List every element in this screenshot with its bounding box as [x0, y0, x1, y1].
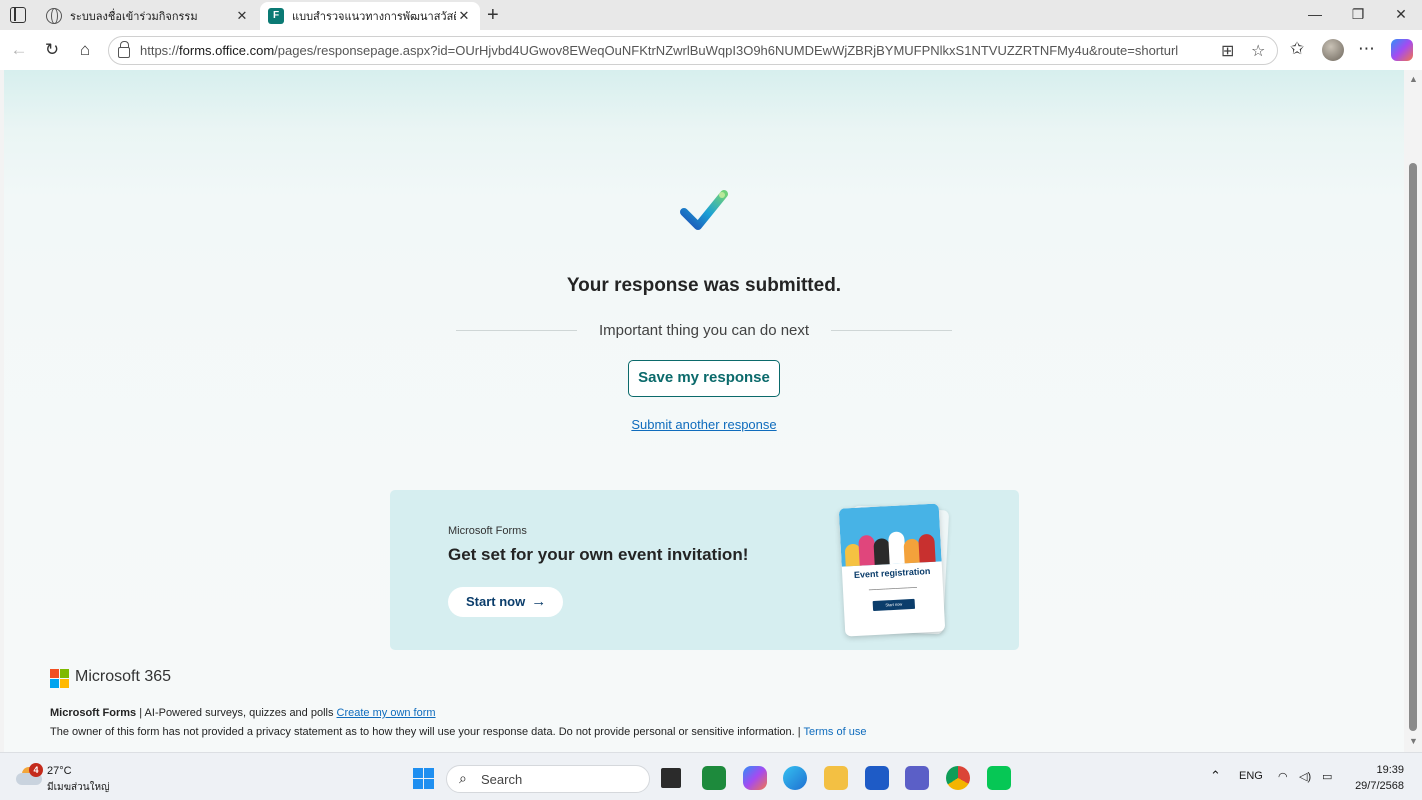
clock-time[interactable]: 19:39: [1364, 764, 1404, 776]
privacy-notice: The owner of this form has not provided …: [50, 726, 804, 738]
taskbar-search[interactable]: ⌕ Search: [446, 765, 650, 793]
tab-title: แบบสำรวจแนวทางการพัฒนาสวัสดิการ: [292, 11, 456, 23]
minimize-icon[interactable]: —: [1305, 6, 1325, 22]
people-illustration: [838, 503, 942, 567]
promo-banner: Microsoft Forms Get set for your own eve…: [390, 490, 1019, 650]
favorite-star-icon[interactable]: ☆: [1251, 41, 1265, 61]
volume-icon[interactable]: ◁): [1299, 770, 1311, 783]
windows-taskbar: 4 27°C มีเมฆส่วนใหญ่ ⌕ Search ⌃ ENG ◠ ◁)…: [0, 752, 1422, 800]
task-view-icon[interactable]: [661, 768, 681, 788]
scroll-thumb[interactable]: [1409, 163, 1417, 731]
forms-product-name: Microsoft Forms: [50, 707, 137, 719]
file-explorer-icon[interactable]: [824, 766, 848, 790]
classroom-app-icon[interactable]: [702, 766, 726, 790]
microsoft-logo-icon: [50, 669, 69, 688]
refresh-icon[interactable]: ↻: [41, 40, 63, 60]
chrome-icon[interactable]: [946, 766, 970, 790]
search-icon: ⌕: [459, 770, 467, 786]
submit-another-response-link[interactable]: Submit another response: [631, 417, 776, 432]
next-steps-label: Important thing you can do next: [598, 321, 810, 339]
submitted-title: Your response was submitted.: [566, 275, 842, 296]
language-indicator[interactable]: ENG: [1239, 770, 1263, 782]
copilot-app-icon[interactable]: [743, 766, 767, 790]
url-text: https://forms.office.com/pages/responsep…: [140, 43, 1179, 58]
app-icon[interactable]: [865, 766, 889, 790]
close-tab-icon[interactable]: ✕: [456, 8, 472, 24]
promo-title: Get set for your own event invitation!: [448, 545, 749, 564]
card-title: Event registration: [853, 566, 931, 580]
page-scrollbar[interactable]: ▲ ▼: [1404, 70, 1422, 752]
back-icon[interactable]: ←: [8, 40, 30, 60]
new-tab-button[interactable]: +: [487, 4, 499, 27]
scroll-down-icon[interactable]: ▼: [1409, 736, 1418, 746]
promo-brand: Microsoft Forms: [448, 525, 527, 537]
scroll-up-icon[interactable]: ▲: [1409, 74, 1418, 84]
divider-line: [456, 329, 577, 331]
favorites-icon[interactable]: ✩: [1290, 39, 1304, 59]
card-start-button: Start now: [872, 598, 916, 612]
wifi-icon[interactable]: ◠: [1278, 770, 1288, 783]
start-now-label: Start now: [466, 594, 526, 609]
close-tab-icon[interactable]: ✕: [234, 8, 250, 24]
forms-tagline: | AI-Powered surveys, quizzes and polls: [136, 707, 337, 719]
more-menu-icon[interactable]: ⋯: [1358, 39, 1375, 59]
terms-of-use-link[interactable]: Terms of use: [803, 726, 866, 738]
close-window-icon[interactable]: ✕: [1391, 6, 1411, 23]
show-hidden-icons-icon[interactable]: ⌃: [1210, 768, 1221, 784]
browser-toolbar: ← ↻ ⌂ https://forms.office.com/pages/res…: [0, 30, 1422, 70]
start-now-button[interactable]: Start now →: [448, 587, 563, 617]
edge-browser-icon[interactable]: [783, 766, 807, 790]
submit-another-link: Submit another response: [4, 417, 1404, 432]
footer-product-line: Microsoft Forms | AI-Powered surveys, qu…: [50, 707, 436, 719]
weather-badge: 4: [29, 763, 43, 777]
battery-icon[interactable]: ▭: [1322, 770, 1332, 783]
tab-survey[interactable]: F แบบสำรวจแนวทางการพัฒนาสวัสดิการ ✕: [260, 2, 480, 30]
teams-icon[interactable]: [905, 766, 929, 790]
success-checkmark-icon: [680, 190, 728, 230]
microsoft-365-label: Microsoft 365: [75, 668, 172, 685]
forms-icon: F: [268, 8, 284, 24]
line-app-icon[interactable]: [987, 766, 1011, 790]
profile-avatar[interactable]: [1322, 39, 1344, 61]
restore-icon[interactable]: ❐: [1348, 6, 1368, 23]
copilot-icon[interactable]: [1391, 39, 1413, 61]
card-subtext: ━━━━━━━━━━━━━━━━━━━━: [868, 584, 918, 593]
tab-attendance[interactable]: ระบบลงชื่อเข้าร่วมกิจกรรม ✕: [38, 2, 258, 30]
windows-start-icon[interactable]: [413, 768, 434, 789]
weather-condition[interactable]: มีเมฆส่วนใหญ่: [47, 780, 110, 795]
globe-icon: [46, 8, 62, 24]
event-registration-card-image: Event registration ━━━━━━━━━━━━━━━━━━━━ …: [838, 503, 946, 637]
tab-actions-icon[interactable]: [10, 7, 26, 23]
lock-icon[interactable]: [118, 41, 130, 58]
divider-line: [831, 329, 953, 331]
search-label: Search: [481, 772, 523, 787]
home-icon[interactable]: ⌂: [74, 40, 96, 60]
save-response-button[interactable]: Save my response: [628, 360, 780, 397]
tab-title: ระบบลงชื่อเข้าร่วมกิจกรรม: [70, 11, 198, 23]
clock-date[interactable]: 29/7/2568: [1344, 780, 1404, 792]
page-viewport: Your response was submitted. Important t…: [4, 70, 1404, 752]
weather-temperature[interactable]: 27°C: [47, 765, 72, 777]
app-available-icon[interactable]: ⊞: [1221, 41, 1234, 61]
tab-bar: ระบบลงชื่อเข้าร่วมกิจกรรม ✕ F แบบสำรวจแน…: [0, 0, 1422, 30]
create-form-link[interactable]: Create my own form: [337, 707, 436, 719]
address-bar[interactable]: https://forms.office.com/pages/responsep…: [108, 36, 1278, 65]
arrow-right-icon: →: [531, 593, 547, 610]
next-steps-divider: Important thing you can do next: [456, 320, 953, 340]
footer-privacy-line: The owner of this form has not provided …: [50, 726, 866, 738]
